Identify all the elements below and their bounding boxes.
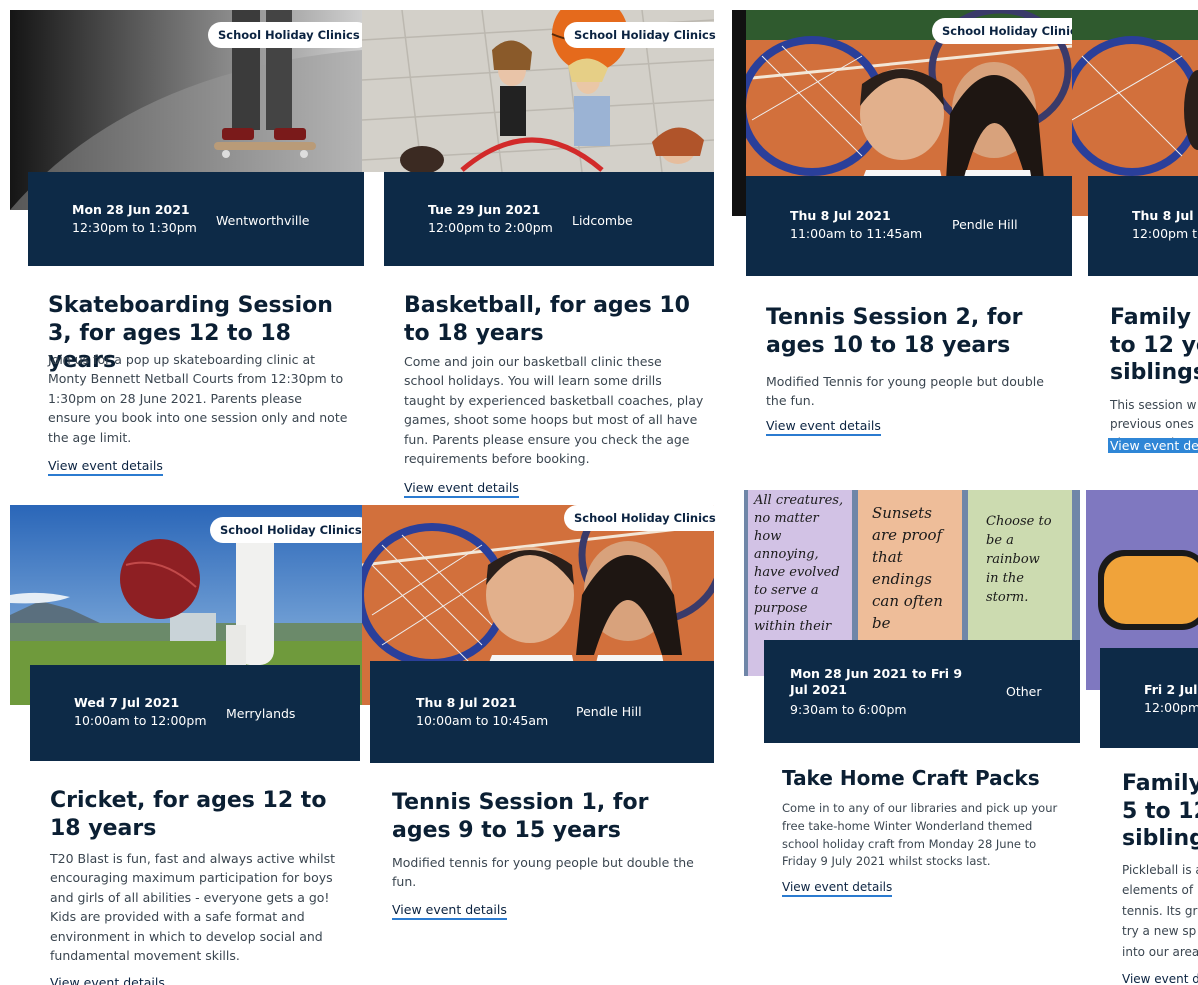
event-info-box: Thu 8 Jul 12:00pm t — [1088, 176, 1198, 276]
category-badge: School Holiday Clinics — [210, 517, 372, 543]
category-badge: School Holiday Clinics — [208, 22, 370, 48]
event-title[interactable]: Family T to 12 ye siblings — [1110, 304, 1198, 387]
event-date: Fri 2 Jul — [1144, 682, 1198, 697]
event-location: Pendle Hill — [576, 704, 642, 719]
event-time: 12:00pm — [1144, 700, 1198, 715]
view-event-details-link[interactable]: View event details — [782, 880, 893, 897]
event-card-cricket[interactable]: School Holiday Clinics Wed 7 Jul 2021 10… — [10, 505, 372, 985]
event-location: Other — [1006, 684, 1042, 699]
event-info-box: Tue 29 Jun 2021 12:00pm to 2:00pm Lidcom… — [384, 172, 714, 266]
event-time: 10:00am to 12:00pm — [74, 713, 207, 728]
event-info-box: Thu 8 Jul 2021 10:00am to 10:45am Pendle… — [370, 661, 714, 763]
event-location: Merrylands — [226, 706, 296, 721]
event-title[interactable]: Family 5 to 12 siblings — [1122, 770, 1198, 853]
event-date: Mon 28 Jun 2021 to Fri 9 Jul 2021 — [790, 666, 963, 697]
category-badge: School Holiday Clinics — [564, 505, 726, 531]
event-description: Modified tennis for young people but dou… — [392, 855, 694, 890]
event-time: 10:00am to 10:45am — [416, 713, 549, 728]
event-title[interactable]: Take Home Craft Packs — [782, 766, 1082, 791]
event-description: T20 Blast is fun, fast and always active… — [50, 851, 336, 963]
event-description: Come and join our basketball clinic thes… — [404, 354, 704, 466]
event-card-skateboarding[interactable]: School Holiday Clinics Mon 28 Jun 2021 1… — [10, 10, 370, 480]
event-location: Lidcombe — [572, 213, 633, 228]
craft-quote-1: All creatures, no matter how annoying, h… — [754, 493, 844, 634]
event-description: Pickleball is a elements of tennis. Its … — [1122, 863, 1198, 959]
view-event-details-link[interactable]: View event details — [766, 418, 881, 436]
event-time: 12:00pm t — [1132, 226, 1198, 241]
event-card-basketball[interactable]: School Holiday Clinics Tue 29 Jun 2021 1… — [362, 10, 726, 500]
event-info-box: Mon 28 Jun 2021 to Fri 9 Jul 2021 9:30am… — [764, 640, 1080, 743]
view-event-details-link[interactable]: View event details — [48, 458, 163, 476]
view-event-details-link[interactable]: View event details — [1108, 438, 1198, 453]
event-info-box: Mon 28 Jun 2021 12:30pm to 1:30pm Wentwo… — [28, 172, 364, 266]
event-info-box: Thu 8 Jul 2021 11:00am to 11:45am Pendle… — [746, 176, 1072, 276]
event-date: Thu 8 Jul — [1132, 208, 1194, 223]
event-card-tennis-1[interactable]: School Holiday Clinics Thu 8 Jul 2021 10… — [362, 505, 726, 985]
view-event-details-link[interactable]: View event details — [404, 480, 519, 498]
event-card-family-1[interactable]: Thu 8 Jul 12:00pm t Family T to 12 ye si… — [1072, 10, 1198, 460]
event-info-box: Wed 7 Jul 2021 10:00am to 12:00pm Merryl… — [30, 665, 360, 761]
category-badge: School Holiday Clinics — [932, 18, 1072, 44]
craft-quote-3: Choose to be a rainbow in the storm. — [986, 514, 1052, 605]
view-event-details-link[interactable]: View event details — [1122, 972, 1198, 985]
view-event-details-link[interactable]: View event details — [392, 902, 507, 920]
event-description: Join us for a pop up skateboarding clini… — [48, 352, 348, 445]
category-badge: School Holiday Clinics — [564, 22, 726, 48]
event-card-craft-packs[interactable]: All creatures, no matter how annoying, h… — [744, 490, 1084, 910]
event-time: 11:00am to 11:45am — [790, 226, 923, 241]
event-date: Tue 29 Jun 2021 — [428, 202, 541, 217]
event-location: Wentworthville — [216, 213, 310, 228]
event-title[interactable]: Cricket, for ages 12 to 18 years — [50, 787, 350, 842]
event-date: Mon 28 Jun 2021 — [72, 202, 190, 217]
craft-quote-2: Sunsets are proof that endings can often… — [872, 504, 943, 632]
event-location: Pendle Hill — [952, 217, 1018, 232]
event-card-tennis-2[interactable]: School Holiday Clinics Thu 8 Jul 2021 11… — [732, 10, 1072, 450]
event-date: Thu 8 Jul 2021 — [416, 695, 517, 710]
event-date: Thu 8 Jul 2021 — [790, 208, 891, 223]
event-card-family-2[interactable]: Fri 2 Jul 12:00pm Family 5 to 12 sibling… — [1086, 490, 1198, 985]
event-title[interactable]: Basketball, for ages 10 to 18 years — [404, 292, 704, 347]
event-date: Wed 7 Jul 2021 — [74, 695, 180, 710]
view-event-details-link[interactable]: View event details — [50, 975, 165, 985]
event-time: 12:00pm to 2:00pm — [428, 220, 553, 235]
event-time: 12:30pm to 1:30pm — [72, 220, 197, 235]
event-description: Modified Tennis for young people but dou… — [766, 374, 1044, 409]
event-info-box: Fri 2 Jul 12:00pm — [1100, 648, 1198, 748]
event-title[interactable]: Tennis Session 1, for ages 9 to 15 years — [392, 789, 704, 844]
event-time: 9:30am to 6:00pm — [790, 702, 907, 717]
event-description: Come in to any of our libraries and pick… — [782, 801, 1058, 869]
event-title[interactable]: Tennis Session 2, for ages 10 to 18 year… — [766, 304, 1066, 359]
